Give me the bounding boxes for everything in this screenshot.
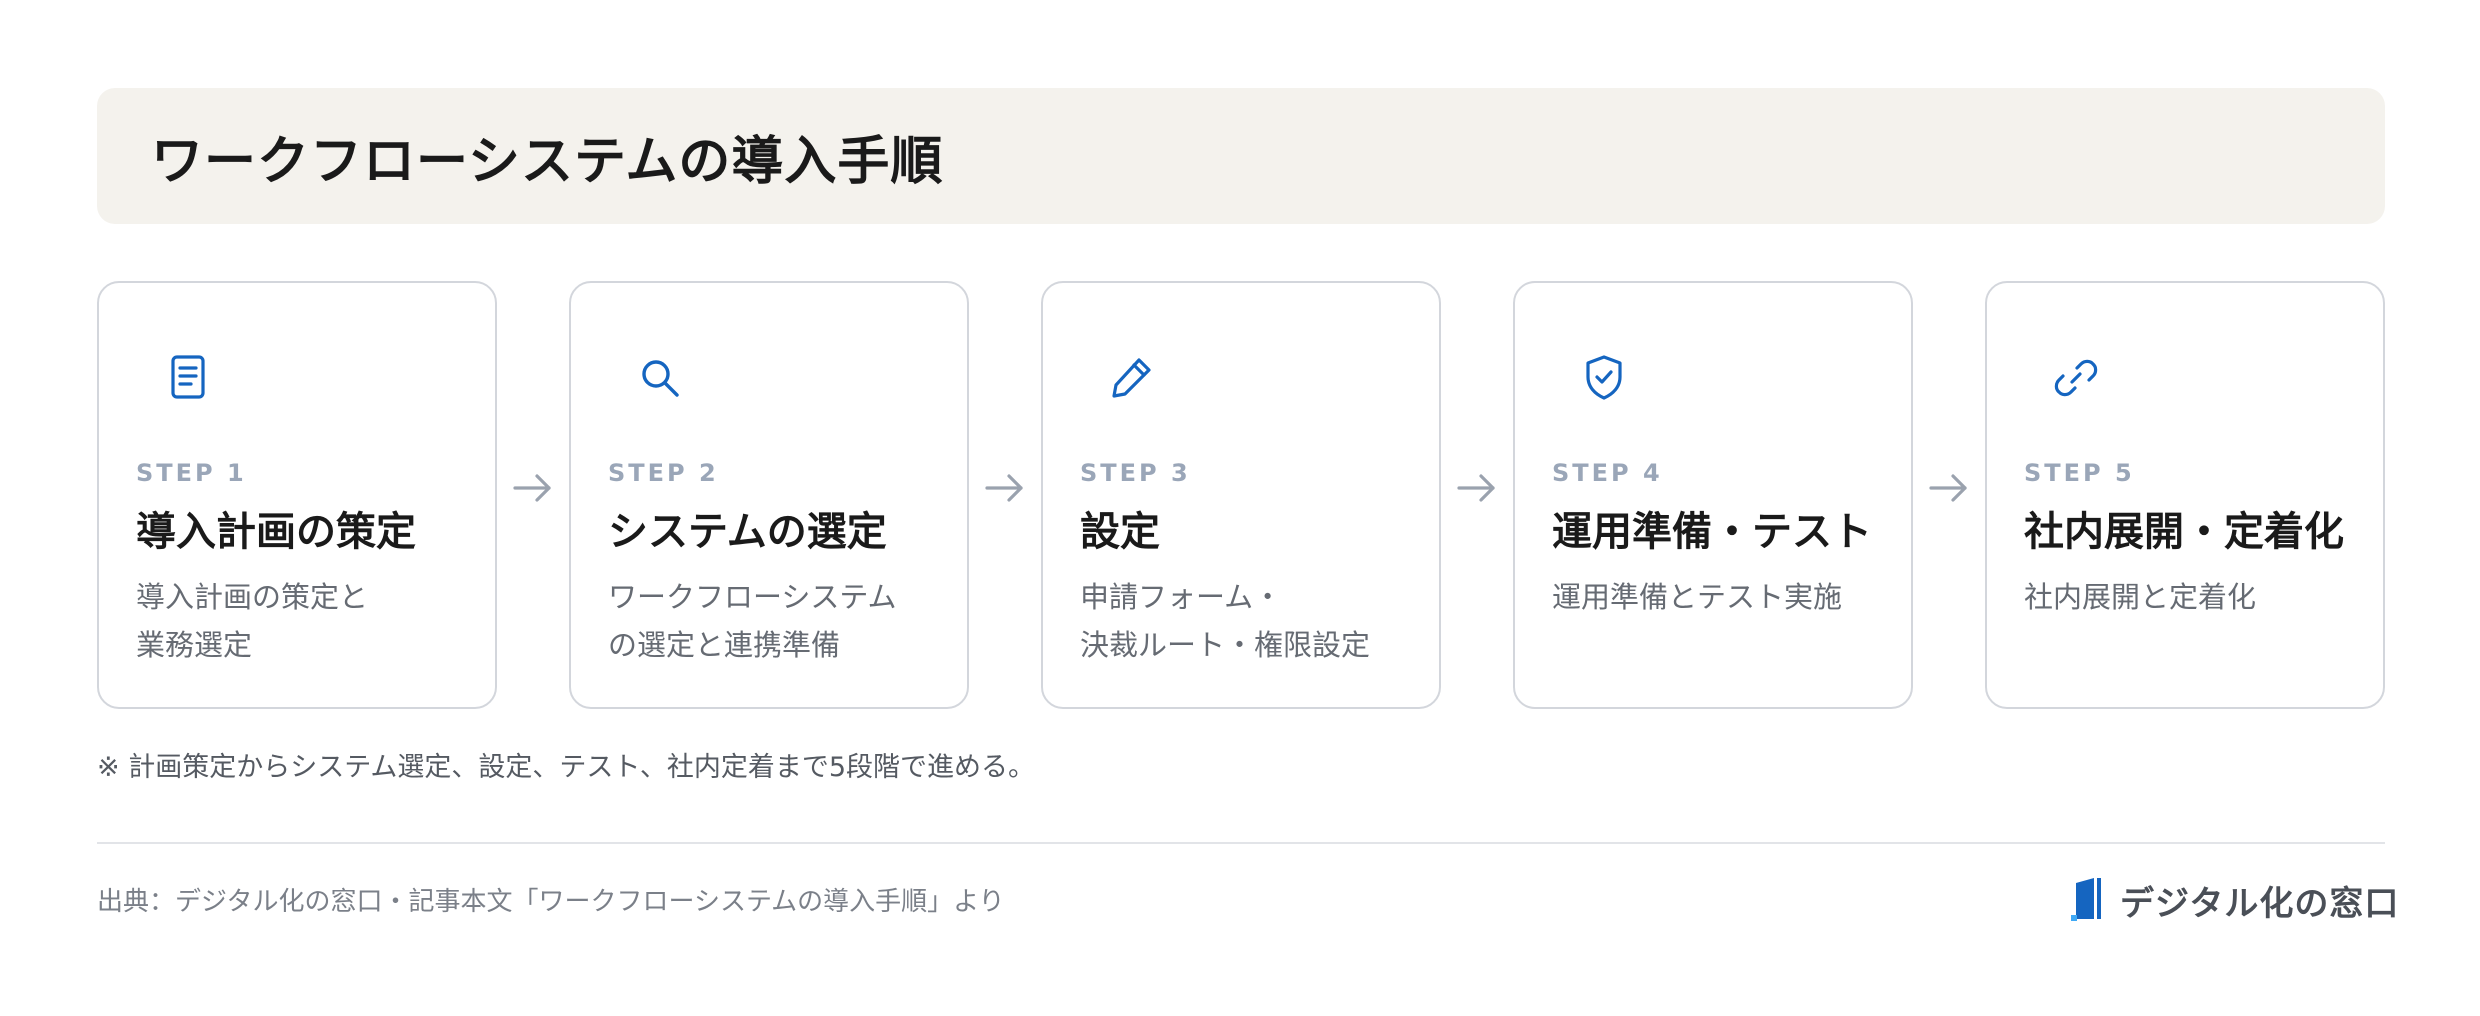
step-card-4: STEP 4 運用準備・テスト 運用準備とテスト実施 [1513, 281, 1913, 709]
title-banner: ワークフローシステムの導入手順 [97, 88, 2385, 224]
step-label: STEP 3 [1080, 459, 1191, 487]
step-description: 運用準備とテスト実施 [1552, 580, 1843, 614]
arrow-right-icon [1927, 468, 1971, 508]
document-icon [161, 351, 215, 405]
step-description: 申請フォーム・ 決裁ルート・権限設定 [1080, 580, 1371, 662]
divider [97, 842, 2385, 844]
logo-text: デジタル化の窓口 [2120, 883, 2400, 924]
step-label: STEP 2 [608, 459, 719, 487]
step-card-3: STEP 3 設定 申請フォーム・ 決裁ルート・権限設定 [1041, 281, 1441, 709]
shield-check-icon [1577, 351, 1631, 405]
step-description: 社内展開と定着化 [2024, 580, 2257, 614]
step-title: 社内展開・定着化 [2024, 509, 2344, 555]
step-card-2: STEP 2 システムの選定 ワークフローシステム の選定と連携準備 [569, 281, 969, 709]
page-title: ワークフローシステムの導入手順 [151, 131, 944, 192]
pencil-icon [1105, 351, 1159, 405]
step-card-1: STEP 1 導入計画の策定 導入計画の策定と 業務選定 [97, 281, 497, 709]
arrow-right-icon [511, 468, 555, 508]
link-icon [2049, 351, 2103, 405]
step-label: STEP 5 [2024, 459, 2135, 487]
step-description: ワークフローシステム の選定と連携準備 [608, 580, 897, 662]
step-label: STEP 1 [136, 459, 247, 487]
logo-mark-icon [2068, 875, 2108, 925]
step-title: 導入計画の策定 [136, 509, 416, 555]
footnote: ※ 計画策定からシステム選定、設定、テスト、社内定着まで5段階で進める。 [97, 752, 1036, 783]
step-title: 運用準備・テスト [1552, 509, 1872, 555]
search-icon [633, 351, 687, 405]
step-title: 設定 [1080, 509, 1160, 555]
step-label: STEP 4 [1552, 459, 1663, 487]
arrow-right-icon [983, 468, 1027, 508]
brand-logo: デジタル化の窓口 [2068, 875, 2399, 925]
source-citation: 出典：デジタル化の窓口・記事本文「ワークフローシステムの導入手順」より [97, 887, 1005, 917]
arrow-right-icon [1455, 468, 1499, 508]
step-title: システムの選定 [608, 509, 887, 555]
steps-flow: STEP 1 導入計画の策定 導入計画の策定と 業務選定 STEP 2 システム… [97, 281, 2385, 709]
step-card-5: STEP 5 社内展開・定着化 社内展開と定着化 [1985, 281, 2385, 709]
step-description: 導入計画の策定と 業務選定 [136, 580, 369, 662]
